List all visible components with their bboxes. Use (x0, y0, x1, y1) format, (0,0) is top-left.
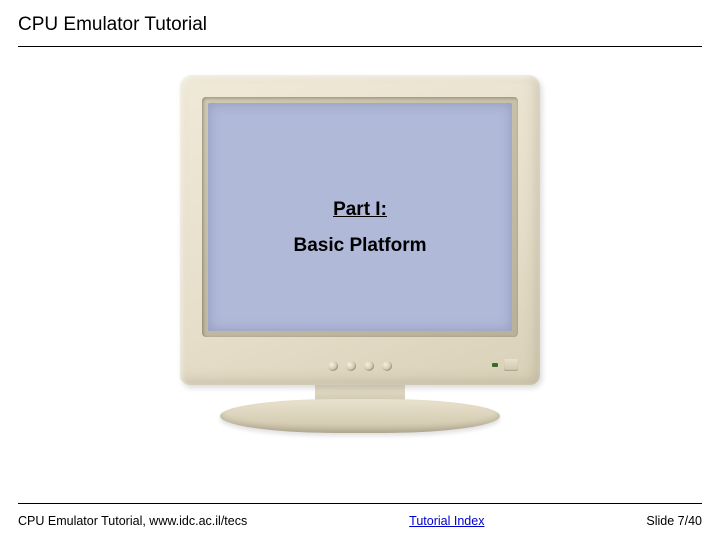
tutorial-index-link[interactable]: Tutorial Index (409, 514, 484, 528)
monitor-frame: Part I: Basic Platform (202, 97, 518, 337)
slide-footer: CPU Emulator Tutorial, www.idc.ac.il/tec… (18, 514, 702, 528)
monitor-stand-base (220, 399, 500, 433)
slide-header: CPU Emulator Tutorial (0, 0, 720, 42)
footer-divider (18, 503, 702, 504)
footer-credit: CPU Emulator Tutorial, www.idc.ac.il/tec… (18, 514, 247, 528)
monitor-knobs (180, 361, 540, 371)
knob-icon (382, 361, 392, 371)
knob-icon (364, 361, 374, 371)
monitor-screen: Part I: Basic Platform (208, 103, 512, 331)
screen-subtitle: Basic Platform (293, 235, 426, 257)
monitor-bezel: Part I: Basic Platform (180, 75, 540, 385)
slide-body: Part I: Basic Platform (0, 47, 720, 477)
power-button-icon (504, 359, 518, 371)
screen-part-label: Part I: (333, 199, 387, 221)
power-led-icon (492, 363, 498, 367)
slide-counter: Slide 7/40 (646, 514, 702, 528)
monitor-illustration: Part I: Basic Platform (180, 75, 540, 433)
page-title: CPU Emulator Tutorial (18, 14, 702, 36)
knob-icon (346, 361, 356, 371)
knob-icon (328, 361, 338, 371)
